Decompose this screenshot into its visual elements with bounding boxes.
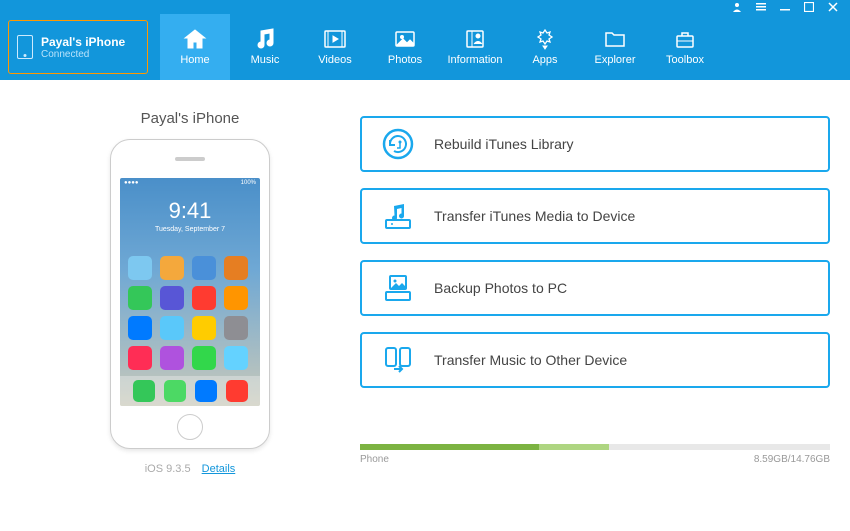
apps-icon <box>532 28 558 50</box>
storage-label: Phone <box>360 454 389 465</box>
app-icon <box>192 286 216 310</box>
nav-toolbox[interactable]: Toolbox <box>650 14 720 80</box>
rebuild-button[interactable]: Rebuild iTunes Library <box>360 116 830 172</box>
app-icon <box>224 316 248 340</box>
app-icon <box>192 346 216 370</box>
transfer-music-button[interactable]: Transfer Music to Other Device <box>360 332 830 388</box>
actions-panel: Rebuild iTunes Library Transfer iTunes Me… <box>360 110 830 521</box>
device-badge[interactable]: Payal's iPhone Connected <box>8 20 148 74</box>
app-icon <box>224 256 248 280</box>
phone-home-button <box>177 414 203 440</box>
phone-clock: 9:41 <box>120 198 260 224</box>
nav-explorer[interactable]: Explorer <box>580 14 650 80</box>
nav-apps[interactable]: Apps <box>510 14 580 80</box>
titlebar <box>0 0 850 14</box>
action-label: Backup Photos to PC <box>434 280 567 296</box>
action-label: Transfer Music to Other Device <box>434 352 627 368</box>
dock-app-icon <box>164 380 186 402</box>
home-icon <box>182 28 208 50</box>
close-icon[interactable] <box>826 0 840 14</box>
app-icon <box>224 346 248 370</box>
video-icon <box>322 28 348 50</box>
nav-label: Music <box>251 54 280 66</box>
device-panel: Payal's iPhone ●●●●100% 9:41 Tuesday, Se… <box>20 110 360 521</box>
phone-preview: ●●●●100% 9:41 Tuesday, September 7 <box>110 139 270 449</box>
device-name: Payal's iPhone <box>41 35 125 49</box>
action-label: Rebuild iTunes Library <box>434 136 574 152</box>
nav: Home Music Videos Photos Information Apps Expl… <box>160 14 720 80</box>
device-title: Payal's iPhone <box>141 110 240 127</box>
storage-used: 8.59GB/14.76GB <box>754 454 830 465</box>
phone-date: Tuesday, September 7 <box>120 226 260 233</box>
app-icon <box>224 286 248 310</box>
transfer-media-button[interactable]: Transfer iTunes Media to Device <box>360 188 830 244</box>
ios-version: iOS 9.3.5 <box>145 463 191 475</box>
app-icon <box>160 286 184 310</box>
app-icon <box>128 286 152 310</box>
maximize-icon[interactable] <box>802 0 816 14</box>
transfer-media-icon <box>380 198 416 234</box>
nav-music[interactable]: Music <box>230 14 300 80</box>
nav-label: Photos <box>388 54 422 66</box>
phone-speaker <box>175 157 205 161</box>
backup-photos-icon <box>380 270 416 306</box>
nav-label: Apps <box>532 54 557 66</box>
phone-screen: ●●●●100% 9:41 Tuesday, September 7 <box>120 178 260 407</box>
dock-app-icon <box>195 380 217 402</box>
folder-icon <box>602 28 628 50</box>
info-icon <box>462 28 488 50</box>
action-label: Transfer iTunes Media to Device <box>434 208 635 224</box>
storage: Phone 8.59GB/14.76GB <box>360 444 830 465</box>
nav-label: Toolbox <box>666 54 704 66</box>
nav-label: Videos <box>318 54 351 66</box>
toolbox-icon <box>672 28 698 50</box>
music-icon <box>252 28 278 50</box>
nav-home[interactable]: Home <box>160 14 230 80</box>
nav-label: Information <box>447 54 502 66</box>
nav-label: Explorer <box>595 54 636 66</box>
app-icon <box>160 256 184 280</box>
menu-icon[interactable] <box>754 0 768 14</box>
nav-videos[interactable]: Videos <box>300 14 370 80</box>
app-icon <box>192 316 216 340</box>
transfer-music-icon <box>380 342 416 378</box>
app-icon <box>192 256 216 280</box>
dock-app-icon <box>133 380 155 402</box>
nav-label: Home <box>180 54 209 66</box>
nav-information[interactable]: Information <box>440 14 510 80</box>
app-icon <box>160 316 184 340</box>
phone-icon <box>17 35 33 59</box>
backup-photos-button[interactable]: Backup Photos to PC <box>360 260 830 316</box>
header: Payal's iPhone Connected Home Music Videos… <box>0 14 850 80</box>
device-status: Connected <box>41 49 125 60</box>
user-icon[interactable] <box>730 0 744 14</box>
rebuild-icon <box>380 126 416 162</box>
app-icon <box>160 346 184 370</box>
main: Payal's iPhone ●●●●100% 9:41 Tuesday, Se… <box>0 80 850 531</box>
app-icon <box>128 256 152 280</box>
dock-app-icon <box>226 380 248 402</box>
storage-bar <box>360 444 830 450</box>
details-link[interactable]: Details <box>202 463 236 475</box>
nav-photos[interactable]: Photos <box>370 14 440 80</box>
minimize-icon[interactable] <box>778 0 792 14</box>
photo-icon <box>392 28 418 50</box>
app-icon <box>128 316 152 340</box>
app-icon <box>128 346 152 370</box>
